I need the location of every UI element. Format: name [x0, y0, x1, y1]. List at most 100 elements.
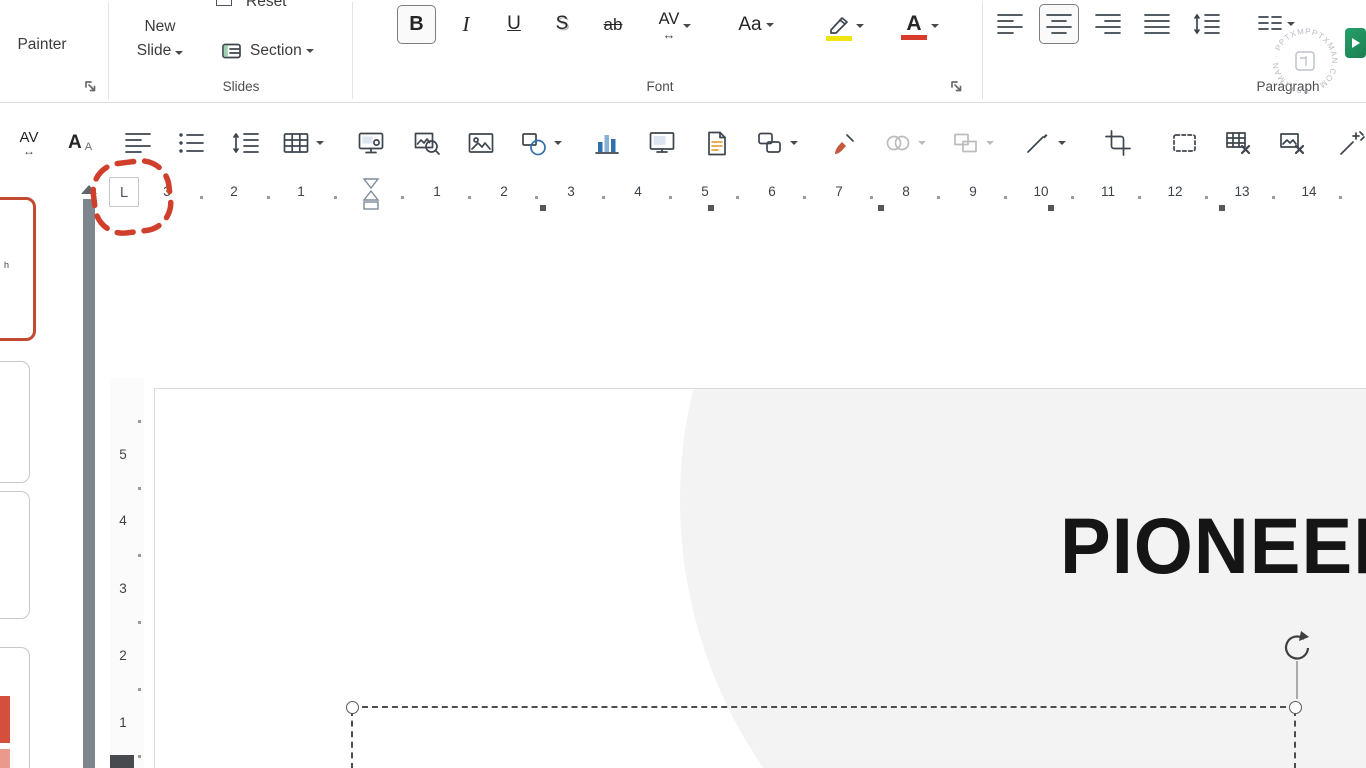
chevron-down-icon — [305, 49, 314, 53]
align-left-button[interactable] — [996, 11, 1024, 37]
reset-icon — [216, 0, 232, 6]
character-spacing-button[interactable]: AV ↔ — [645, 6, 705, 46]
text-highlight-color-button[interactable] — [818, 4, 872, 48]
ruler-number: 7 — [835, 184, 843, 199]
picture-delete-icon — [1280, 133, 1305, 155]
clipboard-dialog-launcher-icon[interactable] — [84, 80, 98, 94]
align-center-button[interactable] — [1039, 4, 1079, 44]
toolbar-crop-button[interactable] — [1098, 120, 1138, 166]
toolbar-delete-table-button[interactable] — [1219, 120, 1259, 166]
group-separator — [108, 2, 109, 99]
powerpoint-window: Painter New Slide Reset Section Slides B… — [0, 0, 1366, 768]
toolbar-line-spacing-button[interactable] — [226, 120, 266, 166]
reset-button[interactable]: Reset — [246, 0, 287, 11]
font-color-button[interactable]: A — [894, 4, 946, 48]
tab-selector-button[interactable]: L — [109, 177, 139, 207]
slide-thumbnail[interactable] — [0, 647, 30, 768]
shapes-icon — [521, 132, 546, 155]
slide-canvas[interactable]: PIONEER — [154, 388, 1366, 768]
ruler-number: 12 — [1167, 184, 1183, 199]
font-dialog-launcher-icon[interactable] — [950, 80, 964, 94]
paint-brush-icon — [835, 133, 854, 154]
indent-marker[interactable] — [362, 178, 380, 211]
toolbar-merge-shapes-button — [876, 120, 934, 166]
ruler-number: 10 — [1033, 184, 1049, 199]
rotate-handle[interactable] — [1277, 629, 1317, 703]
new-slide-button[interactable]: New Slide — [118, 0, 202, 78]
strikethrough-button[interactable]: ab — [596, 10, 630, 40]
justify-icon — [1144, 14, 1170, 34]
change-case-label: Aa — [738, 14, 762, 35]
toolbar-font-dialog-button[interactable]: A A — [60, 120, 100, 166]
chevron-down-icon — [1057, 141, 1066, 145]
line-spacing-button[interactable] — [1192, 11, 1222, 37]
selection-border-left — [351, 710, 353, 768]
chevron-down-icon — [683, 24, 692, 28]
font-glyph-large: A — [67, 132, 82, 153]
bold-button[interactable]: B — [397, 5, 436, 44]
slide-thumbnail[interactable] — [0, 361, 30, 483]
toolbar-table-button[interactable] — [274, 120, 332, 166]
selection-handle-top-left[interactable] — [346, 701, 359, 714]
group-separator — [352, 2, 353, 99]
picture-icon — [468, 133, 494, 153]
underline-button[interactable]: U — [500, 8, 528, 40]
highlighter-pen-icon — [826, 12, 852, 36]
toolbar-screenshot-button[interactable] — [351, 120, 391, 166]
toolbar-character-spacing-button[interactable]: AV ↔ — [7, 120, 51, 166]
toolbar-chart-button[interactable] — [587, 120, 627, 166]
tab-stop-marker — [540, 205, 546, 211]
slide-thumbnail-selected[interactable]: h — [0, 197, 36, 341]
slide-title[interactable]: PIONEER — [1060, 501, 1366, 591]
crop-icon — [1105, 130, 1131, 156]
toolbar-duplicate-shapes-button[interactable] — [748, 120, 806, 166]
table-icon — [283, 133, 308, 153]
new-slide-label-1: New — [144, 18, 176, 35]
ruler-number: 9 — [969, 184, 977, 199]
chevron-down-icon — [553, 141, 562, 145]
ruler-number: 1 — [433, 184, 441, 199]
italic-button[interactable]: I — [452, 8, 480, 40]
justify-button[interactable] — [1143, 11, 1171, 37]
vruler-number: 3 — [119, 581, 127, 596]
toolbar-align-button[interactable] — [118, 120, 158, 166]
scrollbar-up-arrow[interactable] — [81, 185, 97, 194]
merge-shapes-icon — [886, 135, 909, 151]
toolbar-delete-picture-button[interactable] — [1273, 120, 1313, 166]
slides-group-label: Slides — [222, 79, 260, 94]
slide-thumbnail[interactable] — [0, 491, 30, 619]
font-color-swatch — [901, 35, 927, 41]
toolbar-magic-wand-button[interactable] — [1332, 120, 1366, 166]
ruler-number: 2 — [230, 184, 238, 199]
screenshot-icon — [358, 132, 384, 153]
toolbar-shapes-button[interactable] — [512, 120, 570, 166]
format-painter-button[interactable]: Painter — [4, 36, 80, 54]
toolbar-search-picture-button[interactable] — [407, 120, 447, 166]
align-right-button[interactable] — [1094, 11, 1122, 37]
new-slide-label-2: Slide — [137, 42, 184, 60]
ruler-number: 5 — [701, 184, 709, 199]
thumbnail-shape — [0, 749, 10, 768]
tab-stop-marker — [708, 205, 714, 211]
change-case-button[interactable]: Aa — [728, 8, 784, 42]
toolbar-notes-document-button[interactable] — [697, 120, 737, 166]
section-button[interactable]: Section — [222, 36, 314, 66]
chevron-down-icon — [931, 24, 939, 28]
chevron-down-icon — [985, 141, 994, 145]
toolbar-bullets-button[interactable] — [171, 120, 211, 166]
share-present-icon[interactable] — [1345, 28, 1366, 58]
vruler-number: 4 — [119, 513, 127, 528]
toolbar-selection-rect-button[interactable] — [1165, 120, 1205, 166]
vertical-scrollbar-thumb[interactable] — [83, 199, 95, 768]
highlight-color-swatch — [826, 35, 852, 41]
toolbar-draw-line-button[interactable] — [1016, 120, 1074, 166]
text-shadow-button[interactable]: S — [548, 8, 576, 40]
toolbar-slide-show-button[interactable] — [642, 120, 682, 166]
vruler-number: 2 — [119, 648, 127, 663]
toolbar-picture-button[interactable] — [461, 120, 501, 166]
toolbar-picture-layout-button — [944, 120, 1002, 166]
chevron-down-icon — [789, 141, 798, 145]
monitor-slide-icon — [649, 132, 675, 153]
line-pen-icon — [1026, 134, 1047, 153]
toolbar-animation-painter-button[interactable] — [824, 120, 864, 166]
